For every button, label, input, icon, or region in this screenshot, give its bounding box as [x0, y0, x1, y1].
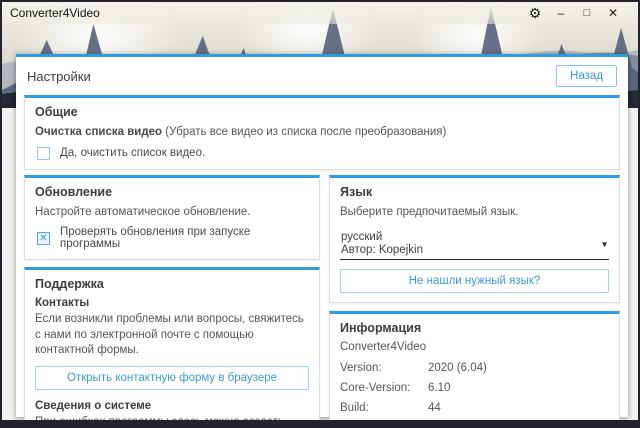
app-window: Converter4Video ⚙ – □ ✕ Настройки Назад … — [2, 2, 638, 420]
check-updates-checkbox[interactable]: ✕ — [37, 232, 50, 245]
card-general-title: Общие — [35, 105, 609, 119]
card-language: Язык Выберите предпочитаемый язык. русск… — [329, 175, 620, 304]
card-update-title: Обновление — [35, 185, 309, 199]
clear-list-checkbox-label[interactable]: Да, очистить список видео. — [60, 147, 205, 159]
card-language-title: Язык — [340, 185, 609, 199]
info-version-label: Version: — [340, 362, 428, 374]
card-info-title: Информация — [340, 321, 609, 335]
general-option-rest: (Убрать все видео из списка после преобр… — [162, 126, 446, 138]
system-info-subheading: Сведения о системе — [35, 400, 309, 412]
system-info-text: При ошибках программы здесь можно создат… — [35, 415, 309, 420]
info-core-version-value: 6.10 — [428, 382, 450, 394]
chevron-down-icon: ▾ — [602, 239, 607, 250]
info-app-name: Converter4Video — [340, 341, 609, 353]
left-column: Обновление Настройте автоматическое обно… — [24, 175, 320, 420]
info-row-version: Version: 2020 (6.04) — [340, 362, 609, 374]
contacts-subheading: Контакты — [35, 297, 309, 309]
language-not-found-button[interactable]: Не нашли нужный язык? — [340, 269, 609, 293]
language-selected-author: Автор: Kopejkin — [341, 244, 593, 256]
maximize-icon[interactable]: □ — [574, 3, 600, 23]
general-option-lead: Очистка списка видео — [35, 126, 162, 138]
general-option-text: Очистка списка видео (Убрать все видео и… — [35, 125, 609, 141]
back-button[interactable]: Назад — [556, 65, 617, 87]
card-support: Поддержка Контакты Если возникли проблем… — [24, 267, 320, 420]
info-build-label: Build: — [340, 402, 428, 414]
titlebar: Converter4Video ⚙ – □ ✕ — [2, 2, 638, 24]
language-description: Выберите предпочитаемый язык. — [340, 205, 609, 221]
info-core-version-label: Core-Version: — [340, 382, 428, 394]
language-select[interactable]: русский Автор: Kopejkin ▾ — [340, 230, 609, 260]
card-general: Общие Очистка списка видео (Убрать все в… — [24, 95, 620, 170]
info-row-build: Build: 44 — [340, 402, 609, 414]
check-updates-option-row: ✕ Проверять обновления при запуске прогр… — [35, 226, 309, 250]
update-description: Настройте автоматическое обновление. — [35, 205, 309, 221]
page-title: Настройки — [27, 69, 91, 84]
card-info: Информация Converter4Video Version: 2020… — [329, 311, 620, 420]
settings-gear-icon[interactable]: ⚙ — [522, 3, 548, 23]
card-support-title: Поддержка — [35, 277, 309, 291]
info-row-core-version: Core-Version: 6.10 — [340, 382, 609, 394]
settings-header: Настройки Назад — [24, 57, 620, 95]
card-update: Обновление Настройте автоматическое обно… — [24, 175, 320, 261]
settings-panel: Настройки Назад Общие Очистка списка вид… — [16, 54, 628, 417]
clear-list-option-row: ✕ Да, очистить список видео. — [35, 147, 609, 160]
window-title: Converter4Video — [10, 6, 100, 20]
close-icon[interactable]: ✕ — [600, 3, 626, 23]
open-contact-form-button[interactable]: Открыть контактную форму в браузере — [35, 366, 309, 390]
settings-columns: Обновление Настройте автоматическое обно… — [24, 175, 620, 420]
check-updates-checkbox-label[interactable]: Проверять обновления при запуске програм… — [60, 226, 309, 250]
clear-list-checkbox[interactable]: ✕ — [37, 147, 50, 160]
language-selected-value: русский — [341, 231, 593, 243]
contacts-text: Если возникли проблемы или вопросы, свяж… — [35, 312, 309, 359]
minimize-icon[interactable]: – — [548, 3, 574, 23]
info-version-value: 2020 (6.04) — [428, 362, 487, 374]
right-column: Язык Выберите предпочитаемый язык. русск… — [329, 175, 620, 420]
info-build-value: 44 — [428, 402, 441, 414]
